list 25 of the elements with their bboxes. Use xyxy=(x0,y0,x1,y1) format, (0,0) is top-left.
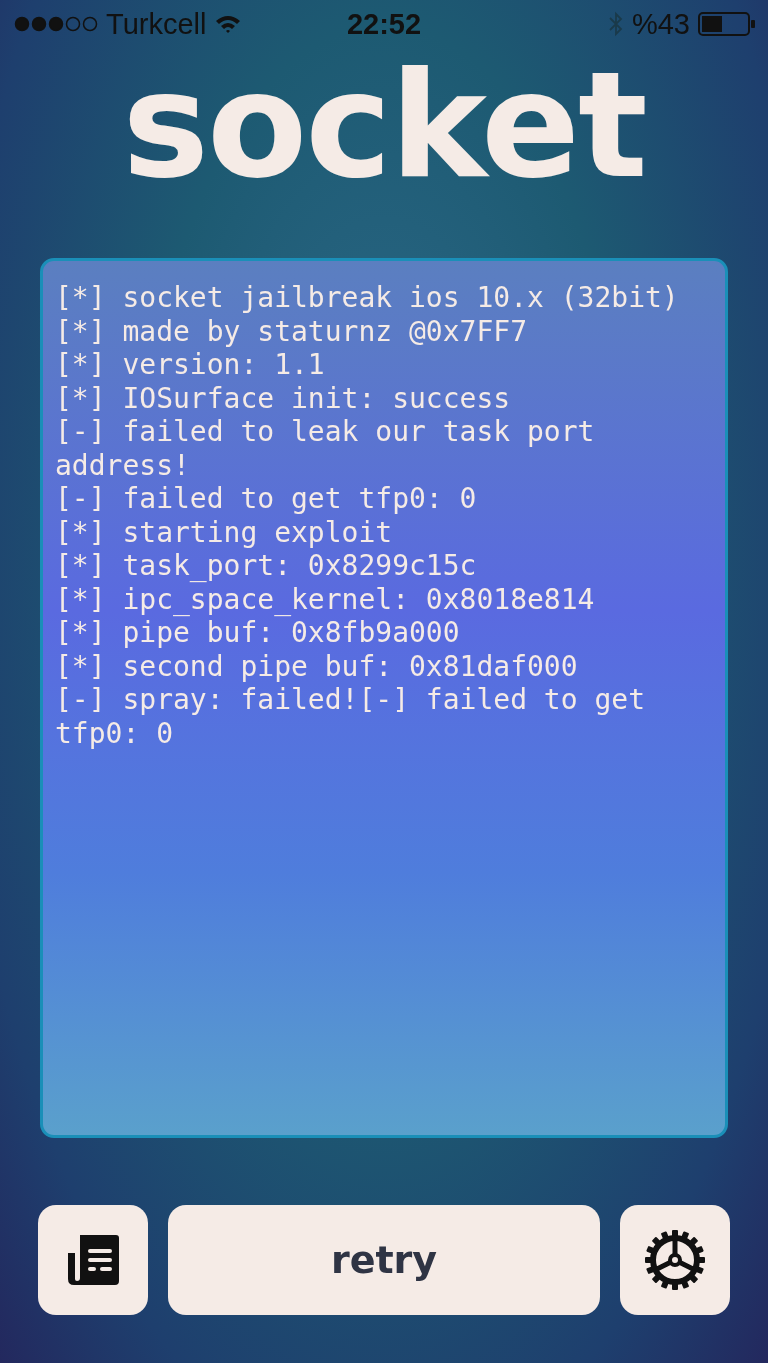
log-line: [-] failed to get tfp0: 0 xyxy=(55,482,478,516)
log-line: [*] ipc_space_kernel: 0x8018e814 xyxy=(55,582,596,616)
log-line: [*] made by staturnz @0x7FF7 xyxy=(55,314,528,348)
newspaper-icon xyxy=(66,1233,120,1287)
clock-time: 22:52 xyxy=(346,7,422,41)
log-line: [*] socket jailbreak ios 10.x (32bit) xyxy=(55,281,680,315)
log-line: [*] second pipe buf: 0x81daf000 xyxy=(55,649,579,683)
retry-button[interactable]: retry xyxy=(168,1205,600,1315)
battery-percent: %43 xyxy=(631,7,690,41)
log-line: [*] IOSurface init: success xyxy=(55,381,512,415)
log-line: [*] task_port: 0x8299c15c xyxy=(55,549,478,583)
settings-button[interactable] xyxy=(620,1205,730,1315)
wifi-icon xyxy=(214,14,243,34)
settings-icon xyxy=(644,1229,706,1291)
signal-icon xyxy=(14,16,98,32)
log-line: [-] spray: failed![-] failed to get tfp0: 0 xyxy=(55,683,646,750)
log-button[interactable] xyxy=(38,1205,148,1315)
app-title: socket xyxy=(122,52,646,198)
battery-icon xyxy=(698,12,756,36)
log-line: [*] version: 1.1 xyxy=(55,348,326,382)
log-line: [-] failed to leak our task port address! xyxy=(55,415,596,482)
log-line: [*] pipe buf: 0x8fb9a000 xyxy=(55,616,461,650)
carrier-name: Turkcell xyxy=(106,7,207,41)
log-line: [*] starting exploit xyxy=(55,515,394,549)
bluetooth-icon xyxy=(607,11,624,37)
